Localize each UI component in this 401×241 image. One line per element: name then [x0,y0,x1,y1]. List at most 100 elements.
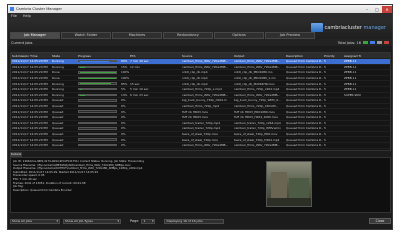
cell-assigned: ZEBB-11 [344,70,357,75]
cell-description: Queued from Cambria D... [286,104,323,109]
cell-progress: 100% [77,76,129,80]
progress-percent: 0% [121,126,126,131]
job-filter-select[interactable]: Show All Jobs ▾ [10,218,60,224]
progress-percent: 14% [121,92,128,97]
progress-bar [78,71,117,74]
cell-output: cambari_firms_WAV_720a4MB... [234,64,281,69]
tab-machines[interactable]: Machines [112,32,162,39]
filter-green-icon[interactable] [363,41,368,44]
cell-assigned: ZEBB-11 [344,87,357,92]
maximize-icon[interactable]: □ [372,6,382,13]
cell-assigned: ZEBB-11 [344,59,357,64]
job-type-select[interactable]: Show All Job Types ▾ [63,218,121,224]
cell-priority: 5 [324,98,326,103]
cell-priority: 5 [324,76,326,81]
cell-source: orbit_clip_dk.mp4 [182,81,208,86]
cell-priority: 5 [324,120,326,125]
tab-watch-folder[interactable]: Watch Folder [61,32,111,39]
cell-source: cambari_firms_WAV_720a4MB... [182,143,229,148]
cell-time: 2011/11/17 14:05:29 PM [12,64,48,69]
cell-state: Queued [52,98,64,103]
progress-bar [78,104,117,108]
cell-progress: 0% [77,104,129,108]
tab-job-manager[interactable]: Job Manager [10,32,60,39]
window-title: Cambria Cluster Manager [16,7,62,11]
menu-file[interactable]: File [11,14,17,18]
cell-priority: 5 [324,104,326,109]
progress-percent: 85% [121,81,128,86]
progress-percent: 15% [121,64,128,69]
filter-grey-icon[interactable] [377,41,382,44]
cell-source: orbit_clip_dk.mp4 [182,70,208,75]
cell-description: Queued from Cambria D... [286,98,323,103]
tab-redundancy[interactable]: Redundancy [163,32,213,39]
col-source[interactable]: Source [181,54,233,58]
cell-output: tears_of_steel_720p_H264.mp4 [234,137,280,142]
cell-progress: 0% [77,115,129,119]
col-progress[interactable]: Progress [77,54,129,58]
cell-description: Queued from Cambria D... [286,87,323,92]
cell-source: cambari_firms_720p_x.mp4 [182,87,222,92]
col-submission-time[interactable]: Submission Time [11,54,51,58]
cell-state: Queued [52,109,64,114]
cell-description: Queued from Cambria D... [286,64,323,69]
cell-description: Queued from Cambria D... [286,120,323,125]
cell-source: orbit_clip_dk.mp4 [182,76,208,81]
cell-progress: 85% [77,82,129,86]
cell-time: 2011/11/17 14:05:29 PM [12,87,48,92]
progress-bar [78,138,117,141]
tab-options[interactable]: Options [214,32,264,39]
chevron-down-icon: ▾ [117,218,119,223]
logo: cambriacluster manager [310,23,386,32]
progress-percent: 0% [121,137,126,142]
current-jobs-label: Current Jobs [11,40,33,45]
cell-source: tears_of_steel_720p.mov [182,137,219,142]
minimize-icon[interactable]: – [362,6,372,13]
menu-help[interactable]: Help [23,14,31,18]
logo-sub: manager [363,24,386,31]
cell-output: cambari_trailer_720p_x264.mp4 [234,120,281,125]
col-output[interactable]: Output [233,54,285,58]
cell-description: Queued from Cambria D... [286,109,323,114]
cell-assigned: SUPER-9001 [344,92,361,97]
close-button[interactable]: Close [369,218,391,224]
cell-state: Running [52,92,64,97]
cell-source: cambari_firms_WAV_720a4MB... [182,92,229,97]
chevron-down-icon: ▾ [151,218,154,223]
progress-bar [78,110,117,113]
cell-time: 2011/11/17 14:05:29 PM [12,104,48,109]
cell-assigned: ZEBB-11 [344,64,357,69]
col-assigned-to[interactable]: Assigned To [343,54,361,58]
cell-progress: 0% [77,138,129,142]
page-select[interactable]: 1 ▾ [141,218,156,224]
cell-progress: 0% [77,98,129,102]
filter-blue-icon[interactable] [370,41,375,44]
cell-priority: 5 [324,143,326,148]
cell-progress: 0% [77,121,129,125]
cell-source: Tuff rib HD03.mov [182,115,209,120]
col-eta[interactable]: ETA [129,54,181,58]
col-state[interactable]: State [51,54,77,58]
cell-output: cambari_firms_WAV_720a4MB... [234,143,281,148]
footer-bar: Show All Jobs ▾ Show All Job Types ▾ Page … [10,217,391,225]
cell-progress: 15% [77,65,129,69]
cell-eta: 7 min 49 sec [130,59,149,64]
col-priority[interactable]: Priority [323,54,343,58]
tab-job-preview[interactable]: Job Preview [265,32,315,39]
filter-red-icon[interactable] [384,41,389,44]
cell-progress: 5% [77,87,129,91]
table-row[interactable]: 2011/11/17 14:05:29 PM Queued 0% cambari_fi… [11,143,390,149]
cell-description: Queued from Cambria D... [286,143,323,148]
cell-state: Done [52,70,60,75]
cell-time: 2011/11/17 14:05:29 PM [12,115,48,120]
cell-output: cambari_firms_720p_XDCAM... [234,104,279,109]
cell-state: Running [52,87,64,92]
chevron-down-icon: ▾ [56,218,58,223]
progress-bar [78,88,117,91]
progress-bar [78,76,117,80]
close-icon[interactable]: ✕ [382,5,392,13]
col-description[interactable]: Description [285,54,323,58]
progress-percent: 0% [121,132,126,137]
progress-bar [78,65,117,69]
cell-priority: 5 [324,81,326,86]
